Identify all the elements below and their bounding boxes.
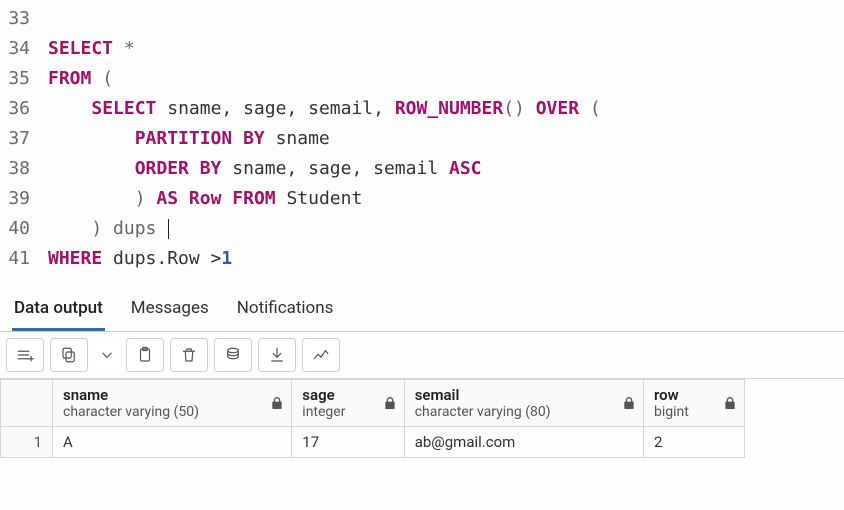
line-number: 37	[0, 124, 48, 154]
code-line[interactable]: 39 ) AS Row FROM Student	[0, 184, 844, 214]
line-number: 35	[0, 64, 48, 94]
code-content[interactable]: FROM (	[48, 64, 113, 94]
results-toolbar	[0, 332, 844, 379]
tab-data-output[interactable]: Data output	[12, 292, 105, 331]
code-content[interactable]: SELECT *	[48, 34, 135, 64]
code-content[interactable]: SELECT sname, sage, semail, ROW_NUMBER()…	[48, 94, 601, 124]
code-content[interactable]: ORDER BY sname, sage, semail ASC	[48, 154, 482, 184]
result-tabs: Data output Messages Notifications	[0, 284, 844, 332]
line-number: 39	[0, 184, 48, 214]
column-type: character varying (50)	[63, 404, 263, 420]
download-icon[interactable]	[258, 338, 296, 372]
code-line[interactable]: 36 SELECT sname, sage, semail, ROW_NUMBE…	[0, 94, 844, 124]
line-number: 41	[0, 244, 48, 274]
column-header-semail[interactable]: semailcharacter varying (80)	[404, 380, 643, 427]
paste-icon[interactable]	[126, 338, 164, 372]
save-data-icon[interactable]	[214, 338, 252, 372]
column-name: row	[654, 386, 716, 404]
row-number-header	[1, 380, 53, 427]
code-line[interactable]: 35FROM (	[0, 64, 844, 94]
copy-icon[interactable]	[50, 338, 88, 372]
code-content[interactable]: WHERE dups.Row >1	[48, 244, 232, 274]
results-grid: snamecharacter varying (50)sageintegerse…	[0, 379, 745, 458]
tab-messages[interactable]: Messages	[129, 292, 211, 331]
code-line[interactable]: 34SELECT *	[0, 34, 844, 64]
line-number: 33	[0, 4, 48, 34]
code-line[interactable]: 33	[0, 4, 844, 34]
column-header-sname[interactable]: snamecharacter varying (50)	[53, 380, 292, 427]
line-number: 34	[0, 34, 48, 64]
cell-sname[interactable]: A	[53, 427, 292, 458]
line-number: 38	[0, 154, 48, 184]
column-type: bigint	[654, 404, 716, 420]
line-number: 36	[0, 94, 48, 124]
column-header-sage[interactable]: sageinteger	[292, 380, 404, 427]
code-line[interactable]: 41WHERE dups.Row >1	[0, 244, 844, 274]
lock-icon	[382, 395, 398, 411]
table-row[interactable]: 1A17ab@gmail.com2	[1, 427, 745, 458]
text-cursor	[168, 219, 169, 239]
delete-icon[interactable]	[170, 338, 208, 372]
column-name: semail	[415, 386, 615, 404]
cell-sage[interactable]: 17	[292, 427, 404, 458]
chart-icon[interactable]	[302, 338, 340, 372]
lock-icon	[269, 395, 285, 411]
dropdown-caret-icon[interactable]	[94, 338, 120, 372]
column-header-row[interactable]: rowbigint	[643, 380, 744, 427]
code-line[interactable]: 40 ) dups	[0, 214, 844, 244]
row-number: 1	[1, 427, 53, 458]
code-content[interactable]: ) AS Row FROM Student	[48, 184, 362, 214]
column-name: sname	[63, 386, 263, 404]
cell-row[interactable]: 2	[643, 427, 744, 458]
tab-notifications[interactable]: Notifications	[235, 292, 336, 331]
add-row-icon[interactable]	[6, 338, 44, 372]
column-type: character varying (80)	[415, 404, 615, 420]
code-content[interactable]: PARTITION BY sname	[48, 124, 330, 154]
column-name: sage	[302, 386, 375, 404]
cell-semail[interactable]: ab@gmail.com	[404, 427, 643, 458]
sql-editor[interactable]: 3334SELECT *35FROM (36 SELECT sname, sag…	[0, 0, 844, 274]
column-type: integer	[302, 404, 375, 420]
code-content[interactable]: ) dups	[48, 214, 169, 244]
code-line[interactable]: 37 PARTITION BY sname	[0, 124, 844, 154]
lock-icon	[722, 395, 738, 411]
lock-icon	[621, 395, 637, 411]
code-line[interactable]: 38 ORDER BY sname, sage, semail ASC	[0, 154, 844, 184]
line-number: 40	[0, 214, 48, 244]
